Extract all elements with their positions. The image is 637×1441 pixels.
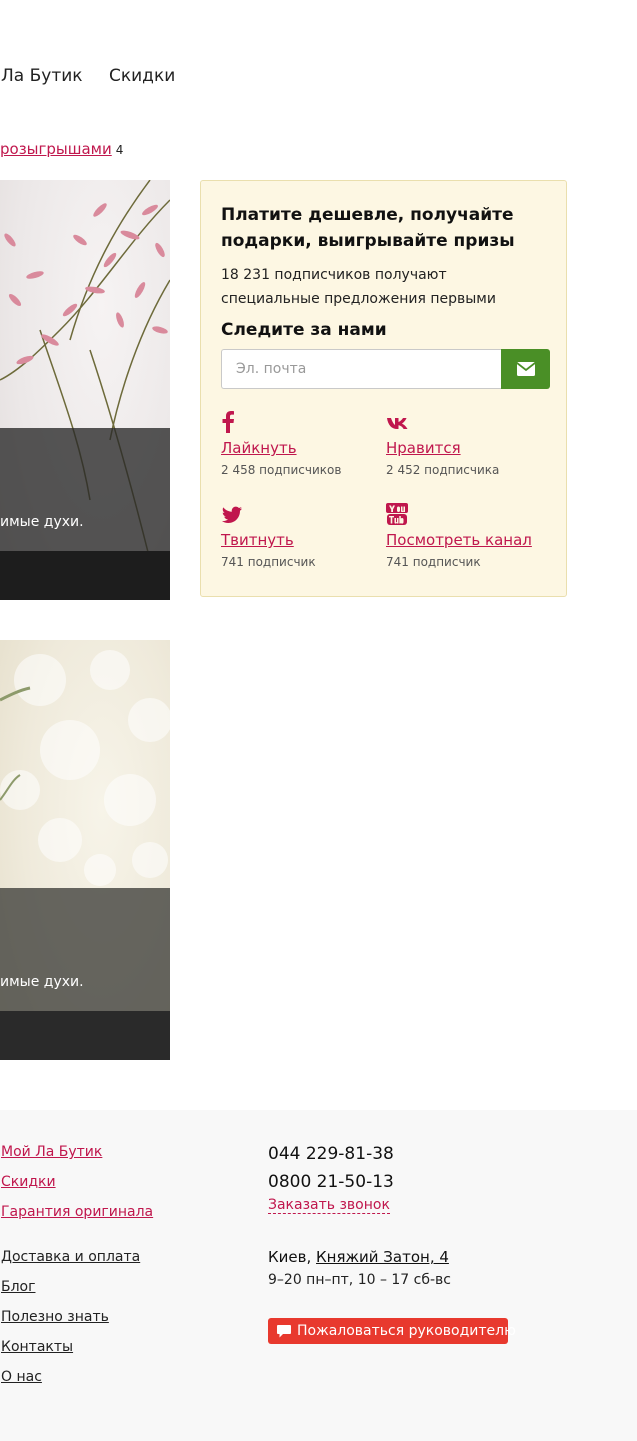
- subscribe-title: Платите дешевле, получайте подарки, выиг…: [221, 205, 515, 251]
- facebook-count: 2 458 подписчиков: [221, 463, 342, 477]
- vk-icon[interactable]: [386, 411, 410, 433]
- product-card[interactable]: имые духи.: [0, 180, 170, 600]
- card-footer-band: [0, 1011, 170, 1060]
- youtube-channel-link[interactable]: Посмотреть канал: [386, 531, 532, 549]
- twitter-tweet-link[interactable]: Твитнуть: [221, 531, 294, 549]
- email-input[interactable]: [221, 349, 501, 389]
- vk-like-link[interactable]: Нравится: [386, 439, 461, 457]
- address-street-link[interactable]: Княжий Затон, 4: [316, 1248, 449, 1266]
- subscribe-button[interactable]: [501, 349, 550, 389]
- product-card[interactable]: имые духи.: [0, 640, 170, 1060]
- nav-item-discounts[interactable]: Скидки: [109, 66, 175, 86]
- envelope-icon: [516, 362, 535, 376]
- youtube-icon[interactable]: [386, 503, 408, 525]
- giveaways-link[interactable]: розыгрышами: [0, 140, 112, 158]
- youtube-count: 741 подписчик: [386, 555, 481, 569]
- complain-label: Пожаловаться руководителю: [297, 1323, 516, 1339]
- giveaways-count: 4: [115, 143, 124, 157]
- card-overlay: [0, 428, 170, 551]
- facebook-icon[interactable]: [221, 411, 235, 433]
- card-footer-band: [0, 551, 170, 600]
- nav-item-la-boutique[interactable]: Ла Бутик: [1, 66, 83, 86]
- card-caption: имые духи.: [0, 514, 84, 530]
- social-facebook: Лайкнуть 2 458 подписчиков: [221, 411, 381, 481]
- footer-link-contacts[interactable]: Контакты: [1, 1339, 73, 1355]
- opening-hours: 9–20 пн–пт, 10 – 17 сб-вс: [268, 1272, 451, 1288]
- footer-link-blog[interactable]: Блог: [1, 1279, 35, 1295]
- follow-heading: Следите за нами: [221, 320, 387, 340]
- footer-link-original-guarantee[interactable]: Гарантия оригинала: [1, 1204, 153, 1220]
- subscribe-subtitle: 18 231 подписчиков получают специальные …: [221, 267, 496, 307]
- address-city: Киев,: [268, 1248, 312, 1266]
- footer-link-delivery[interactable]: Доставка и оплата: [1, 1249, 140, 1265]
- complain-to-manager-button[interactable]: Пожаловаться руководителю: [268, 1318, 516, 1344]
- site-footer: Мой Ла Бутик Скидки Гарантия оригинала Д…: [0, 1110, 637, 1441]
- store-address: Киев, Княжий Затон, 4: [268, 1248, 449, 1266]
- footer-link-my-la-boutique[interactable]: Мой Ла Бутик: [1, 1144, 102, 1160]
- facebook-like-link[interactable]: Лайкнуть: [221, 439, 297, 457]
- phone-number[interactable]: 0800 21-50-13: [268, 1172, 394, 1192]
- card-overlay: [0, 888, 170, 1011]
- twitter-count: 741 подписчик: [221, 555, 316, 569]
- card-caption: имые духи.: [0, 974, 84, 990]
- phone-number[interactable]: 044 229-81-38: [268, 1144, 394, 1164]
- vk-count: 2 452 подписчика: [386, 463, 500, 477]
- promo-line: розыгрышами 4: [0, 140, 123, 158]
- subscribe-panel: Платите дешевле, получайте подарки, выиг…: [200, 180, 567, 597]
- speech-bubble-icon: [277, 1325, 291, 1338]
- footer-link-about[interactable]: О нас: [1, 1369, 42, 1385]
- footer-link-discounts[interactable]: Скидки: [1, 1174, 56, 1190]
- footer-link-useful[interactable]: Полезно знать: [1, 1309, 109, 1325]
- request-callback-link[interactable]: Заказать звонок: [268, 1198, 390, 1214]
- social-vk: Нравится 2 452 подписчика: [386, 411, 546, 481]
- twitter-icon[interactable]: [221, 503, 243, 525]
- social-twitter: Твитнуть 741 подписчик: [221, 503, 381, 573]
- social-youtube: Посмотреть канал 741 подписчик: [386, 503, 546, 573]
